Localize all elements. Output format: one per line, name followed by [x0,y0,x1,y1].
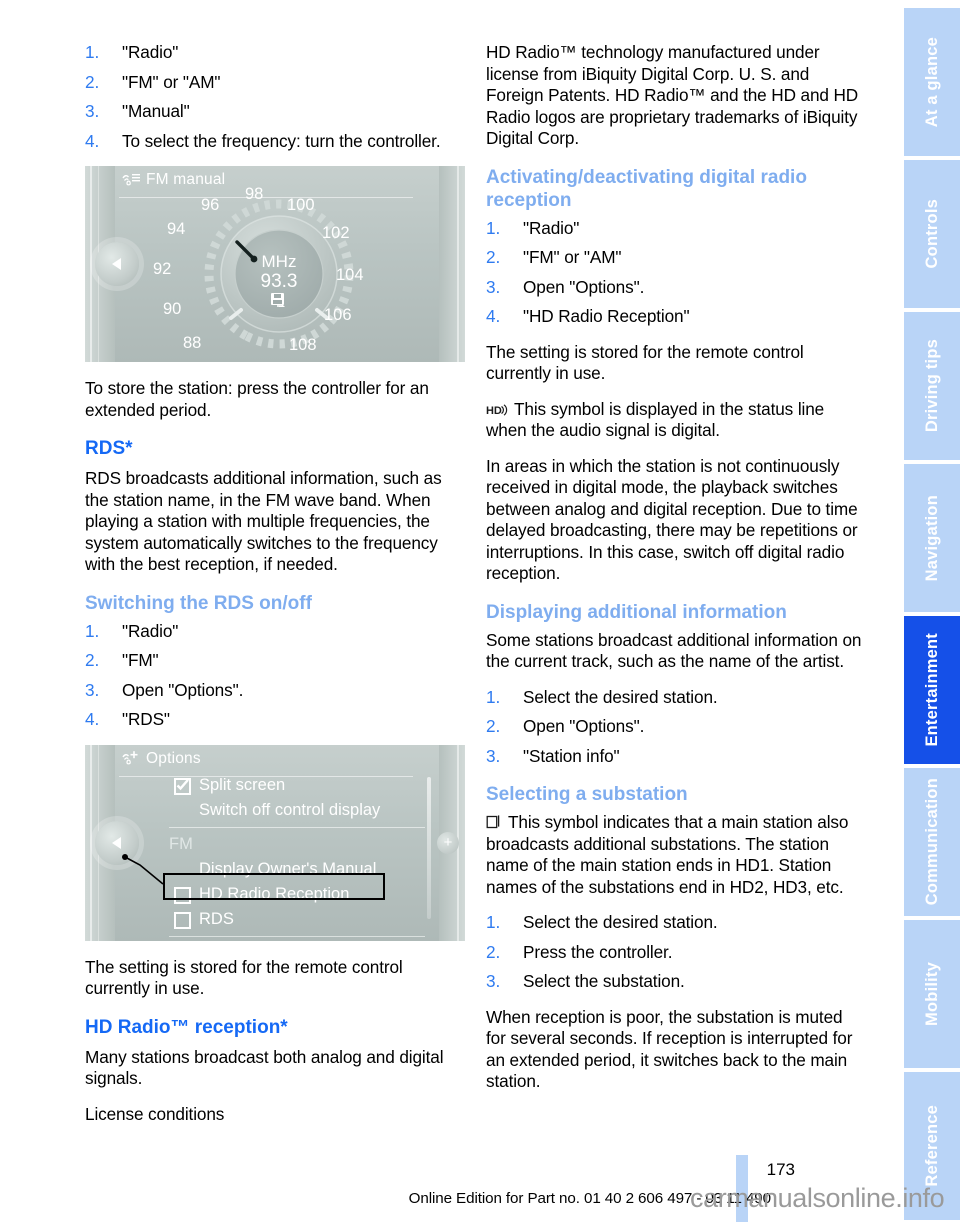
list-item: "RDS" [85,709,170,730]
dial-tick-90: 90 [163,300,182,318]
dial-tick-88: 88 [183,334,202,352]
substation-symbol-note-text: This symbol indicates that a main statio… [486,812,849,897]
license-conditions-line: License conditions [85,1103,225,1124]
tab-controls[interactable]: Controls [904,160,960,308]
hd-radio-body: Many stations broadcast both analog and … [85,1046,444,1089]
dial-tick-106: 106 [324,306,352,324]
list-item: "FM" [85,650,159,671]
list-item: "HD Radio Reception" [486,306,690,327]
page-number: 173 [766,1160,795,1179]
back-arrow-icon [112,258,121,270]
activating-steps: "Radio" "FM" or "AM" Open "Options". "HD… [486,218,866,328]
manual-tuning-steps: "Radio" "FM" or "AM" "Manual" To select … [85,42,465,152]
tab-label: At a glance [922,36,941,128]
dial-tick-102: 102 [322,224,350,242]
chapter-tab-rail: At a glance Controls Driving tips Naviga… [904,0,960,1222]
dial-tick-100: 100 [287,196,315,214]
list-item: "Radio" [85,620,179,642]
rds-switch-steps: "Radio" "FM" Open "Options". "RDS" [85,621,465,731]
stored-note-right: The setting is stored for the remote con… [486,341,804,384]
areas-body: In areas in which the station is not con… [486,455,858,584]
tab-navigation[interactable]: Navigation [904,464,960,612]
tab-communication[interactable]: Communication [904,768,960,916]
hd-symbol-note: HD This symbol is displayed in the status… [486,399,866,442]
substation-symbol-note: This symbol indicates that a main statio… [486,812,866,898]
left-column: "Radio" "FM" or "AM" "Manual" To select … [85,42,465,1139]
tab-label: Communication [922,778,941,906]
displaying-steps: Select the desired station. Open "Option… [486,687,866,768]
substation-pages-icon [486,814,502,830]
callout-leader-line [122,853,164,885]
reception-note: When reception is poor, the substation i… [486,1006,853,1092]
hd-radio-heading: HD Radio™ reception* [85,1016,288,1038]
list-item: "Station info" [486,745,620,767]
rds-heading: RDS* [85,438,133,459]
watermark-text: carmanualsonline.info [690,1183,945,1213]
tab-label: Reference [922,1105,941,1187]
tab-driving-tips[interactable]: Driving tips [904,312,960,460]
frequency-dial: MHz 93.3 88 90 92 94 96 98 100 102 104 1… [153,185,389,362]
tab-label: Navigation [922,494,941,582]
hd-symbol-note-text: This symbol is displayed in the status l… [486,398,825,441]
tab-label: Controls [922,199,941,269]
dial-tick-104: 104 [336,266,364,284]
list-item: Open "Options". [85,679,244,701]
screen-bezel-right [439,166,465,362]
substation-heading: Selecting a substation [486,784,688,805]
dial-tick-96: 96 [201,196,220,214]
list-item: Press the controller. [486,941,673,963]
tab-entertainment[interactable]: Entertainment [904,616,960,764]
list-item: "Manual" [85,101,190,122]
manual-page: "Radio" "FM" or "AM" "Manual" To select … [0,0,960,1222]
substation-steps: Select the desired station. Press the co… [486,912,866,993]
activating-heading: Activating/deactivating digital radio re… [486,166,807,211]
radio-wave-icon [121,171,141,192]
displaying-body: Some stations broadcast additional infor… [486,629,862,672]
license-body: HD Radio™ technology manufactured under … [486,42,859,148]
svg-text:HD: HD [486,405,502,417]
tab-label: Mobility [922,962,941,1026]
tab-at-a-glance[interactable]: At a glance [904,8,960,156]
list-item: Select the desired station. [486,912,718,933]
right-column: HD Radio™ technology manufactured under … [486,42,866,1107]
list-item: "FM" or "AM" [85,71,221,93]
store-station-note: To store the station: press the controll… [85,378,429,420]
rds-body: RDS broadcasts additional information, s… [85,468,442,574]
displaying-heading: Displaying additional information [486,601,787,623]
list-item: To select the frequency: turn the contro… [85,130,441,152]
fm-manual-screen: FM manual MHz 93.3 88 90 92 94 96 98 100… [85,166,465,362]
footer-edition-line: Online Edition for Part no. 01 40 2 606 … [408,1190,771,1207]
list-item: "Radio" [85,42,179,63]
dial-tick-98: 98 [245,185,264,203]
save-station-icon [269,293,289,314]
hd-digital-audio-icon: HD [486,401,508,417]
list-item: Open "Options". [486,276,645,298]
list-item: Select the substation. [486,971,685,992]
list-item: Open "Options". [486,716,645,737]
tab-mobility[interactable]: Mobility [904,920,960,1068]
tab-label: Driving tips [922,339,941,433]
dial-tick-94: 94 [167,220,186,238]
list-item: "Radio" [486,217,580,239]
list-item: Select the desired station. [486,686,718,708]
options-screen: + Options Split screen Switch off contro… [85,744,465,941]
rds-switch-heading: Switching the RDS on/off [85,592,312,614]
list-item: "FM" or "AM" [486,247,622,268]
dial-tick-108: 108 [289,336,317,354]
dial-tick-92: 92 [153,260,172,278]
stored-note-left: The setting is stored for the remote con… [85,956,403,999]
tab-label: Entertainment [922,633,941,747]
